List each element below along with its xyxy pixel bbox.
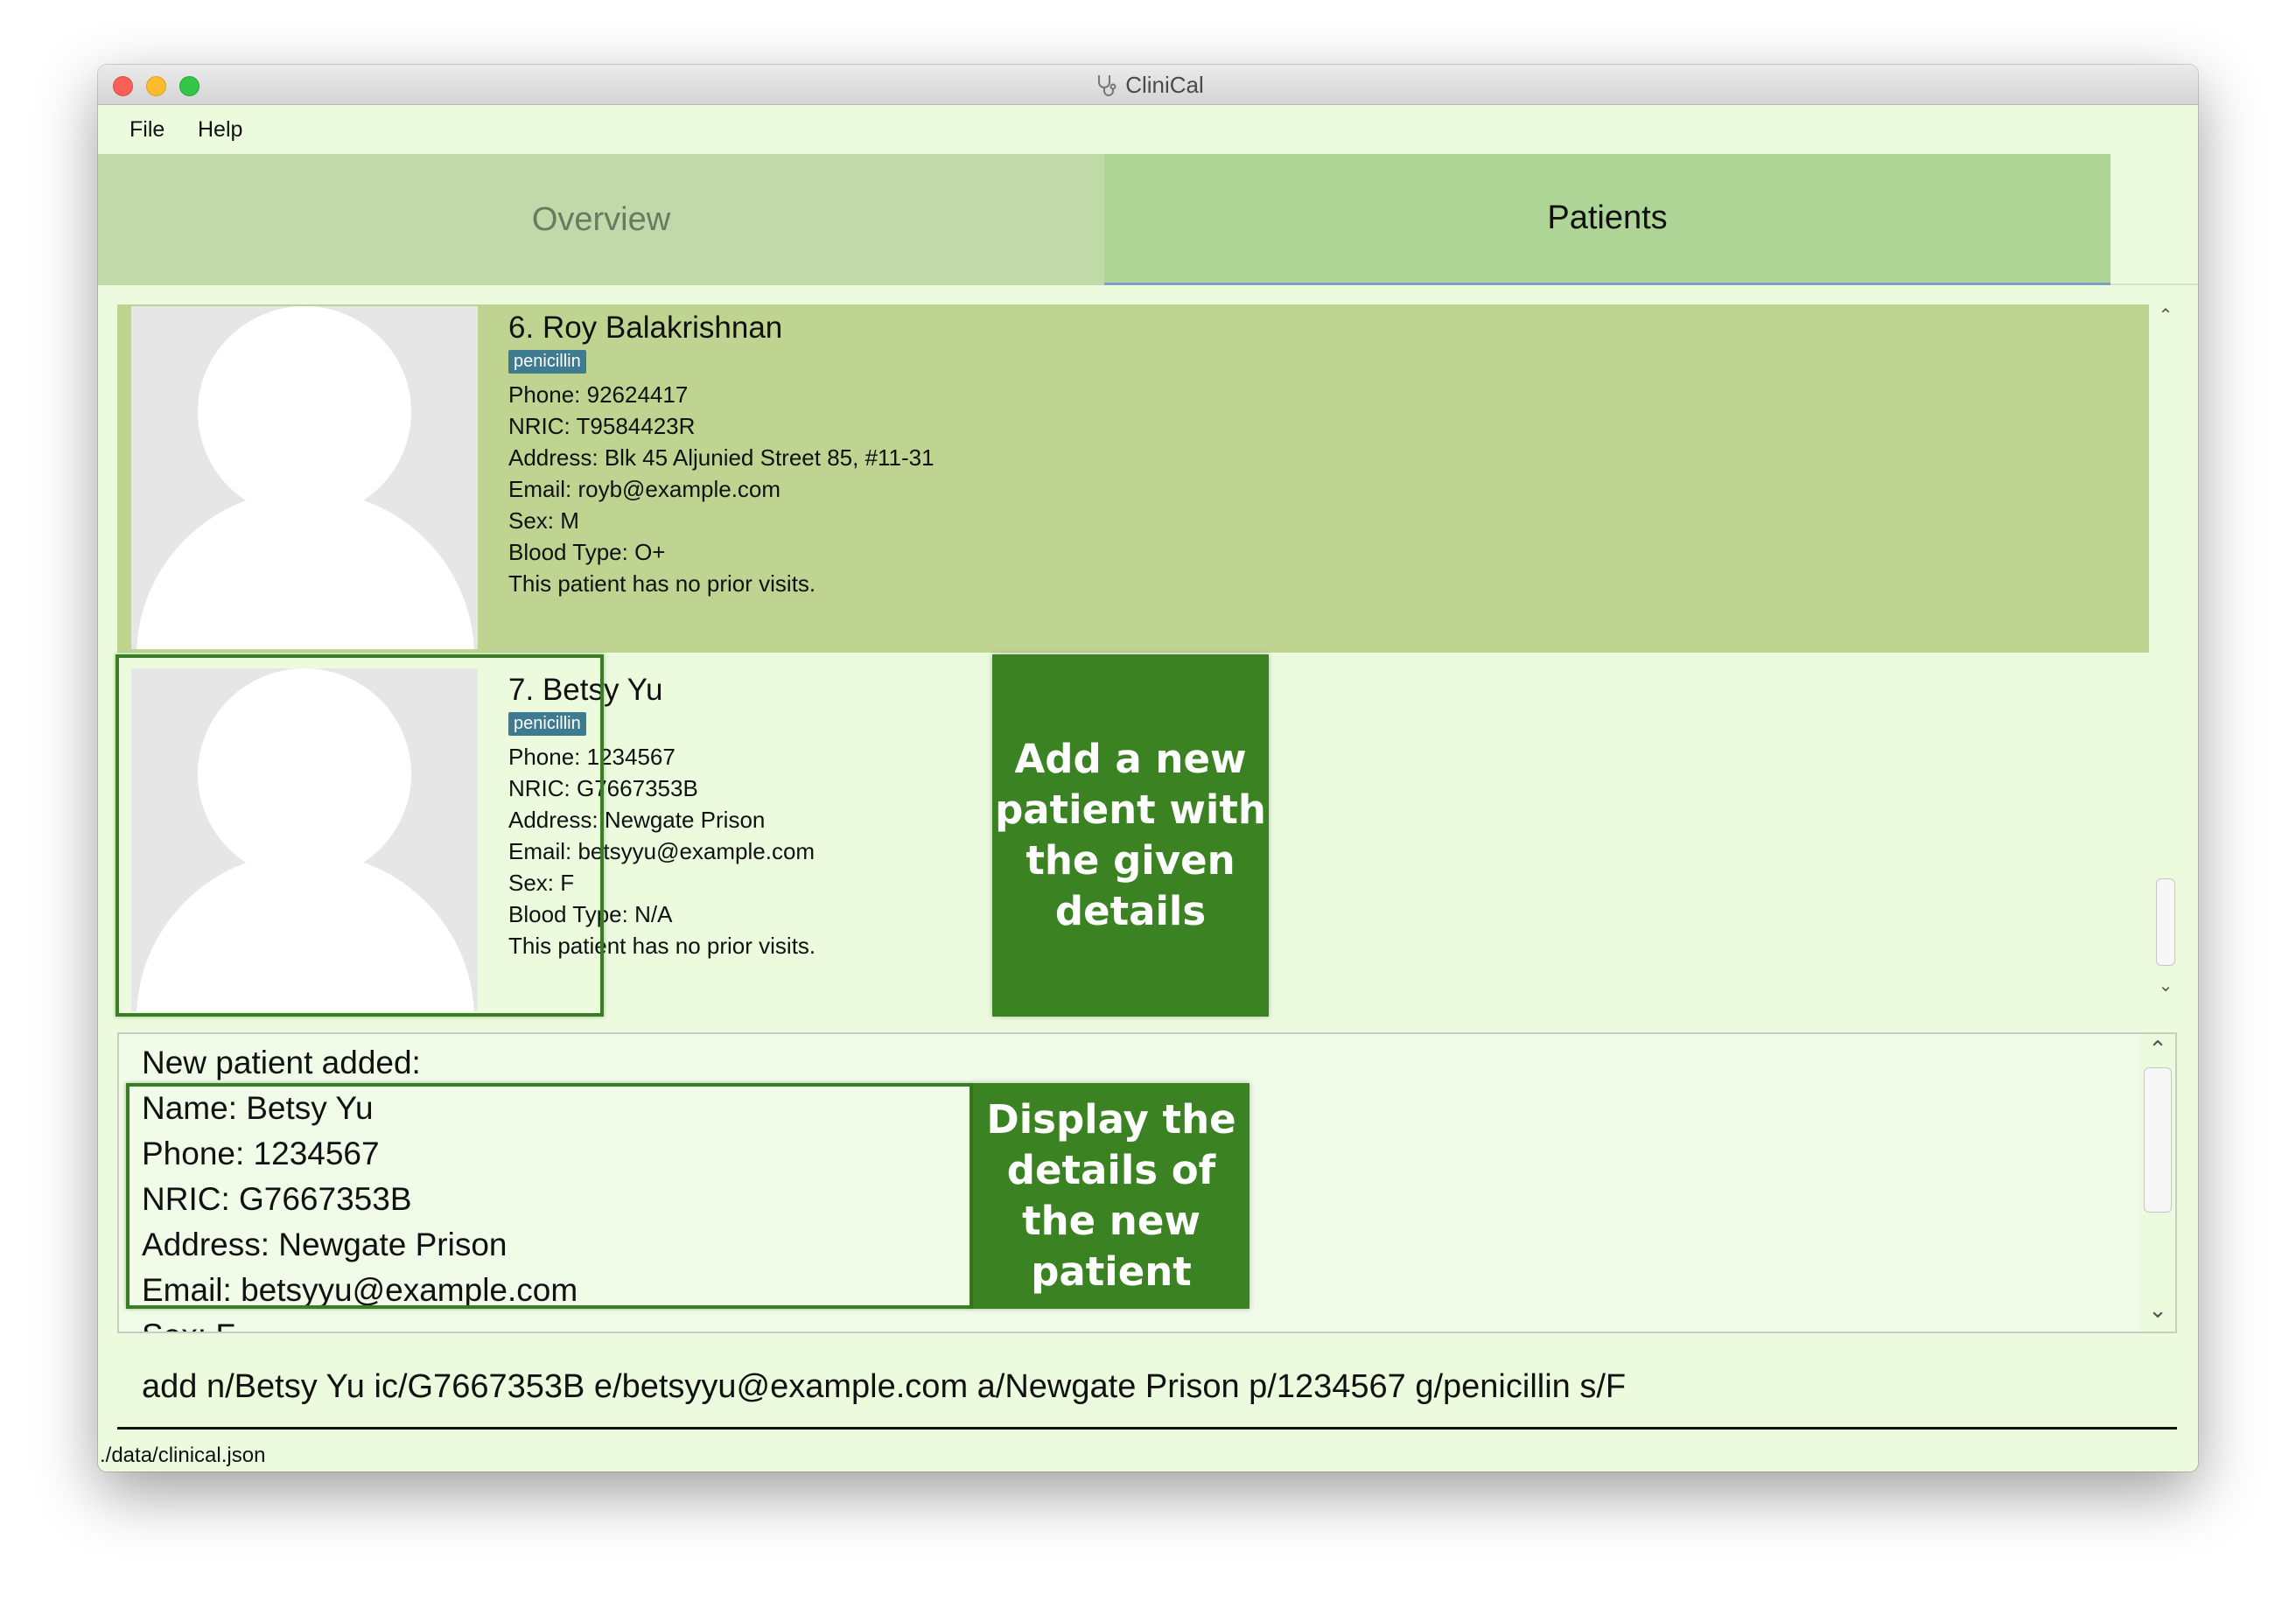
annotation-highlight-card (116, 654, 604, 1017)
scroll-up-icon[interactable]: ⌃ (2140, 1036, 2175, 1063)
result-scrollbar[interactable]: ⌃ ⌄ (2140, 1034, 2175, 1332)
result-line: New patient added: (142, 1045, 421, 1080)
patient-nric: NRIC: T9584423R (508, 413, 696, 439)
scroll-thumb[interactable] (2156, 878, 2175, 966)
command-input[interactable]: add n/Betsy Yu ic/G7667353B e/betsyyu@ex… (142, 1368, 1626, 1406)
tab-patients[interactable]: Patients (1104, 154, 2110, 285)
annotation-callout-display: Display the details of the new patient (973, 1083, 1250, 1309)
patient-email: Email: royb@example.com (508, 476, 781, 502)
menu-file[interactable]: File (130, 117, 164, 143)
window-title: CliniCal (1125, 71, 1204, 98)
scroll-down-icon[interactable]: ⌄ (2154, 975, 2177, 996)
patient-address: Address: Blk 45 Aljunied Street 85, #11-… (508, 444, 934, 471)
result-line: Sex: F (142, 1318, 235, 1332)
status-bar: ./data/clinical.json (98, 1440, 2198, 1472)
app-window: CliniCal File Help Overview Patients 6. … (98, 65, 2198, 1472)
annotation-callout-add: Add a new patient with the given details (992, 654, 1269, 1017)
scroll-thumb[interactable] (2144, 1067, 2172, 1213)
result-display: New patient added: Name: Betsy Yu Phone:… (117, 1032, 2177, 1333)
patient-index: 6. (508, 311, 535, 345)
patient-name: Roy Balakrishnan (542, 311, 783, 345)
annotation-highlight-result (126, 1083, 973, 1309)
patient-list: 6. Roy Balakrishnan penicillin Phone: 92… (116, 304, 2177, 1020)
patient-blood-type: Blood Type: O+ (508, 539, 666, 565)
patient-list-scrollbar[interactable]: ⌃ ⌄ (2154, 304, 2177, 1001)
patient-avatar (131, 306, 478, 649)
tab-bar: Overview Patients (98, 154, 2198, 285)
command-box[interactable]: add n/Betsy Yu ic/G7667353B e/betsyyu@ex… (117, 1342, 2177, 1430)
patient-phone: Phone: 92624417 (508, 381, 689, 408)
title-bar: CliniCal (98, 65, 2198, 105)
tab-overview[interactable]: Overview (98, 154, 1104, 285)
stethoscope-icon (1098, 75, 1116, 96)
patient-visits: This patient has no prior visits. (508, 570, 816, 597)
scroll-up-icon[interactable]: ⌃ (2154, 304, 2177, 326)
data-file-path: ./data/clinical.json (100, 1444, 266, 1467)
menu-bar: File Help (98, 105, 2198, 154)
patient-sex: Sex: M (508, 507, 579, 534)
patient-card-selected[interactable]: 6. Roy Balakrishnan penicillin Phone: 92… (117, 304, 2149, 653)
allergy-tag: penicillin (508, 350, 586, 374)
menu-help[interactable]: Help (198, 117, 242, 143)
scroll-down-icon[interactable]: ⌄ (2140, 1297, 2175, 1324)
